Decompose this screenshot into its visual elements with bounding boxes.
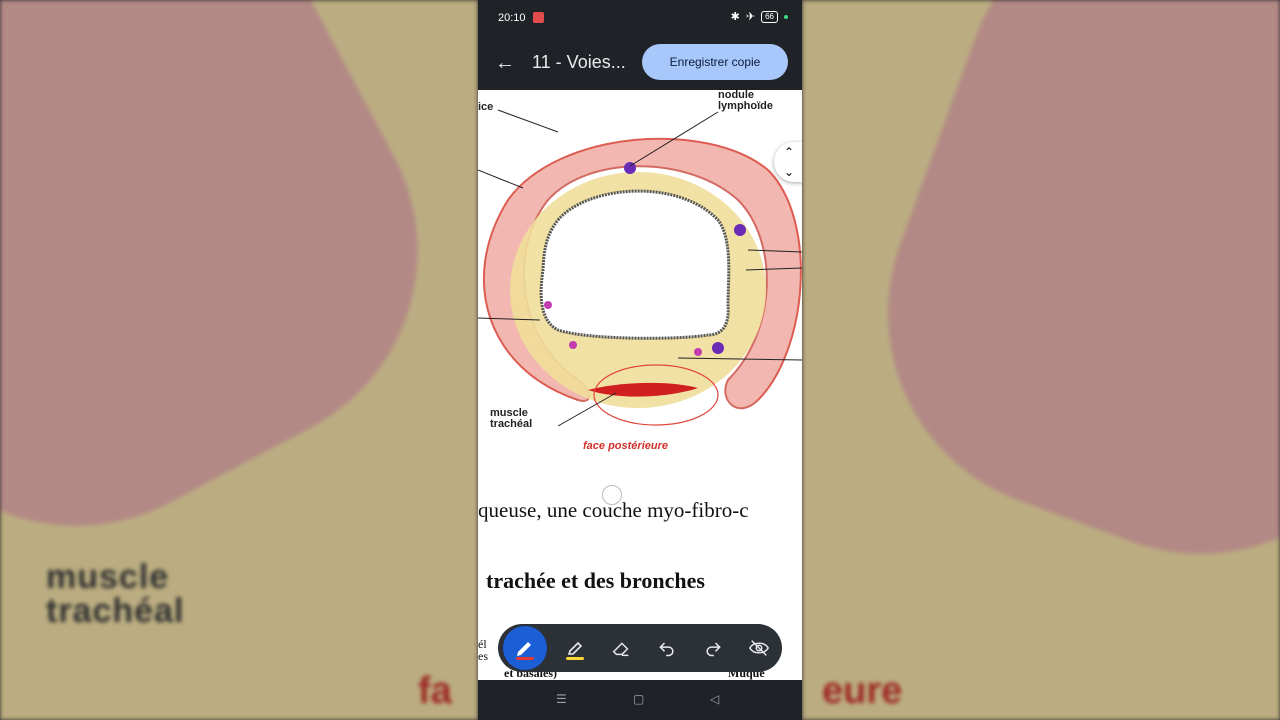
back-arrow-icon[interactable]: ← [494,52,516,74]
backdrop-dim [0,0,478,720]
status-icons: ✱ ✈ 66 [731,10,788,23]
eraser-tool-button[interactable] [603,630,639,666]
eraser-icon [612,642,629,657]
label-ice: ice [478,101,494,113]
undo-button[interactable] [649,630,685,666]
backdrop-right: eure [802,0,1280,720]
annotation-toolbar [498,624,782,672]
battery-icon: 66 [761,10,778,23]
pointer-line [478,169,524,189]
label-muscle: muscle trachéal [490,407,533,430]
gland [694,348,702,356]
lymph-nodule [712,342,724,354]
pen-icon [516,642,534,660]
gland [569,341,577,349]
section-heading: trachée et des bronches [486,568,705,593]
app-bar: ← 11 - Voies... Enregistrer copie [478,36,802,90]
document-view[interactable]: nodule lymphoïde ice muscle trachéal fac… [478,90,802,680]
lumen [539,189,731,340]
airplane-icon: ✈ [745,11,756,23]
recents-icon[interactable]: ☰ [556,692,567,706]
save-copy-button[interactable]: Enregistrer copie [642,44,788,80]
highlighter-tool-button[interactable] [557,630,593,666]
lymph-nodule [734,224,746,236]
system-nav-bar: ☰ ▢ ◁ [478,680,802,720]
undo-icon [659,642,674,657]
phone-screen: 20:10 ✱ ✈ 66 ← 11 - Voies... Enregistrer… [478,0,802,720]
label-face-posterieure: face postérieure [583,440,668,452]
pointer-line [497,109,559,133]
label-nodule: nodule lymphoïde [718,90,774,112]
eye-off-icon [748,640,770,656]
back-nav-icon[interactable]: ◁ [710,692,719,706]
bluetooth-icon: ✱ [730,11,740,23]
redo-icon [706,642,721,657]
status-time: 20:10 [498,12,526,24]
body-text-line: queuse, une couche myo-fibro-c [478,498,749,522]
redo-button[interactable] [695,630,731,666]
gland [544,301,552,309]
status-bar: 20:10 ✱ ✈ 66 [478,0,802,36]
hide-annotations-button[interactable] [741,630,777,666]
highlighter-icon [566,641,584,660]
screen-record-icon [533,12,544,23]
backdrop-dim [802,0,1280,720]
backdrop-left: muscle trachéal fa [0,0,478,720]
partial-text-left: él es [478,637,488,663]
pen-tool-button[interactable] [503,626,547,670]
document-title: 11 - Voies... [532,52,626,72]
privacy-dot-icon [784,14,788,19]
home-icon[interactable]: ▢ [633,692,644,706]
